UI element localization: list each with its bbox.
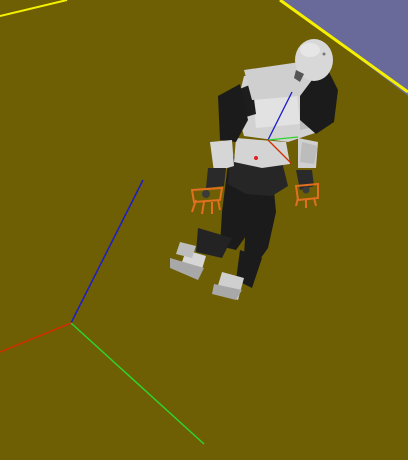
robot-pelvis <box>228 138 290 196</box>
3d-viewport[interactable] <box>0 0 408 460</box>
scene-canvas[interactable] <box>0 0 408 460</box>
